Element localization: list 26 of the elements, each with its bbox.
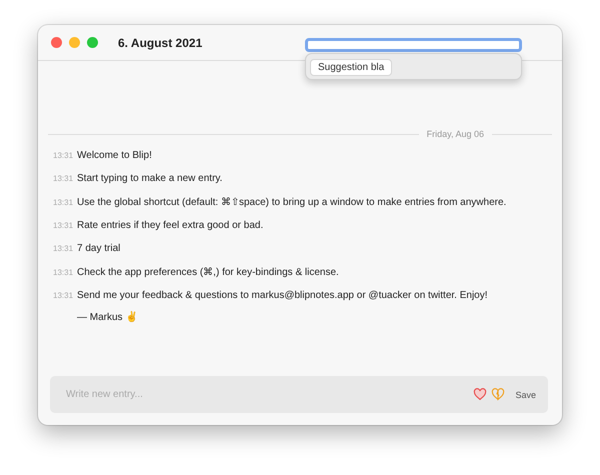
search-field[interactable]	[305, 38, 522, 52]
save-button[interactable]: Save	[513, 388, 538, 402]
entry-text: Use the global shortcut (default: ⌘⇧space) to bring up a window to make entries from anywhere.	[77, 196, 506, 208]
entry-text: Start typing to make a new entry.	[77, 173, 222, 184]
day-label: Friday, Aug 06	[426, 129, 484, 139]
entry-time: 13:31	[53, 198, 73, 207]
entry-text: Check the app preferences (⌘,) for key-bindings & license.	[77, 266, 339, 278]
entry-text: 7 day trial	[77, 243, 120, 254]
heart-icon[interactable]	[473, 388, 488, 401]
entry-time: 13:31	[53, 151, 73, 160]
entry-text: Send me your feedback & questions to markus@blipnotes.app or @tuacker on twitter. Enjoy!	[77, 290, 488, 301]
entry-time: 13:31	[53, 244, 73, 253]
suggestion-chip[interactable]: Suggestion bla	[310, 59, 392, 76]
entry-time: 13:31	[53, 291, 73, 300]
close-button[interactable]	[51, 37, 62, 48]
signature-text: — Markus ✌	[77, 311, 138, 323]
entry-text: Rate entries if they feel extra good or bad.	[77, 220, 264, 231]
entry-time: 13:31	[53, 174, 73, 183]
entry-text: Welcome to Blip!	[77, 150, 152, 161]
window-title: 6. August 2021	[118, 36, 202, 50]
entry-time: 13:31	[53, 268, 73, 277]
entry-time: 13:31	[53, 221, 73, 230]
broken-heart-icon[interactable]	[491, 388, 506, 401]
entry-field[interactable]: Write new entry... Save	[50, 376, 548, 413]
zoom-button[interactable]	[87, 37, 98, 48]
minimize-button[interactable]	[69, 37, 80, 48]
